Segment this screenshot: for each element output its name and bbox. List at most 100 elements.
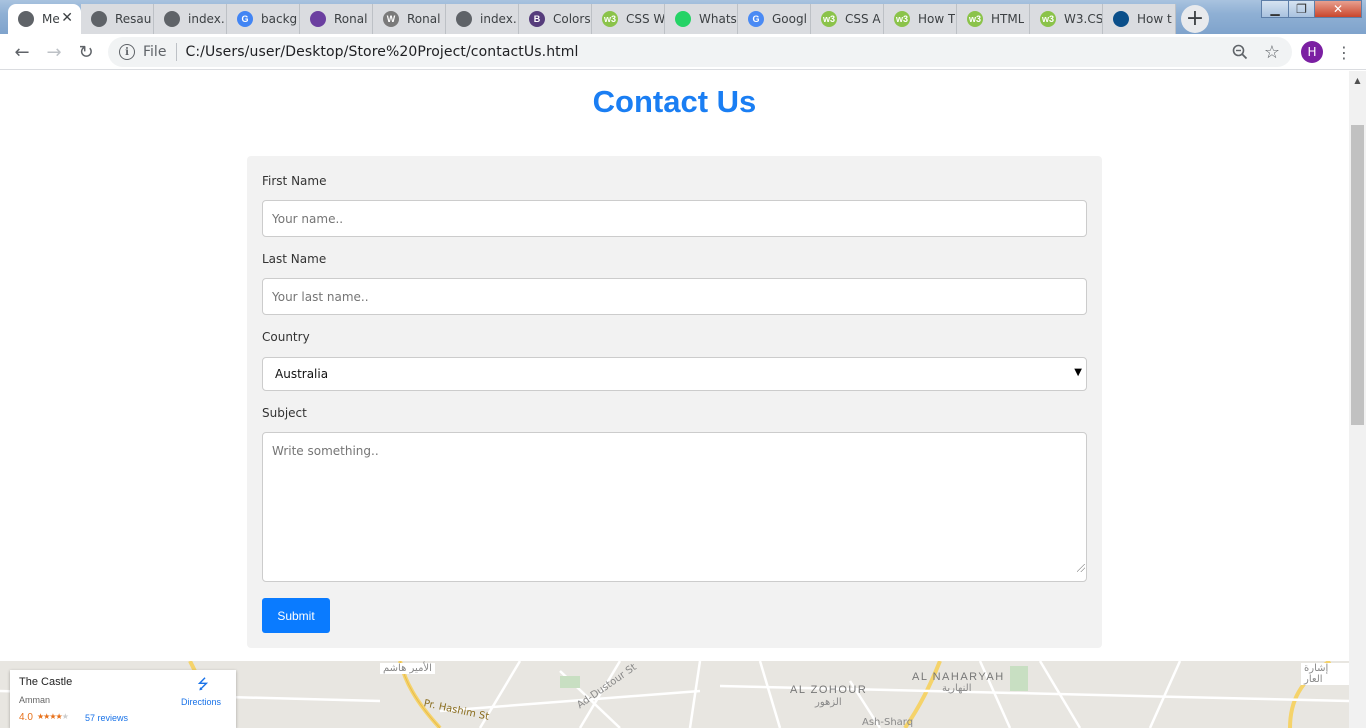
reload-button[interactable]: ↻	[74, 40, 98, 64]
scroll-thumb[interactable]	[1351, 125, 1364, 425]
first-name-input[interactable]	[262, 200, 1087, 237]
star-icon: ☆	[1263, 41, 1281, 63]
place-city: Amman	[19, 695, 51, 705]
w3schools-icon: w3	[1040, 11, 1056, 27]
profile-avatar[interactable]: H	[1301, 41, 1323, 63]
last-name-input[interactable]	[262, 278, 1087, 315]
tab-title: Me	[42, 12, 60, 26]
submit-button[interactable]: Submit	[262, 598, 330, 633]
subject-textarea[interactable]	[262, 432, 1087, 582]
map-district-label-ar: النهارية	[942, 683, 972, 694]
map-district-label: AL NAHARYAH	[912, 671, 1005, 683]
globe-icon	[456, 11, 472, 27]
w3schools-icon: w3	[602, 11, 618, 27]
tab-13[interactable]: w3 How T	[884, 4, 957, 34]
tab-title: Whats	[699, 12, 737, 26]
resize-handle-icon[interactable]	[1077, 564, 1085, 572]
map-embed[interactable]: AL ZOHOUR الزهور AL NAHARYAH النهارية Pr…	[0, 661, 1349, 728]
map-poi-label: الأمير هاشم	[380, 663, 435, 674]
w3schools-icon: w3	[967, 11, 983, 27]
directions-icon[interactable]: ⭍	[195, 676, 211, 694]
google-icon: G	[237, 11, 253, 27]
map-district-label-ar: الزهور	[815, 697, 842, 708]
close-icon: ✕	[1332, 2, 1344, 16]
tab-11[interactable]: G Googl	[738, 4, 811, 34]
place-rating: 4.0	[19, 712, 33, 723]
reload-icon: ↻	[78, 41, 94, 63]
bookmark-button[interactable]: ☆	[1260, 40, 1284, 64]
globe-icon	[164, 11, 180, 27]
page-scrollbar[interactable]: ▲	[1349, 71, 1366, 728]
place-name[interactable]: The Castle	[19, 676, 72, 688]
page-title: Contact Us	[592, 84, 757, 119]
scheme-label: File	[143, 44, 167, 60]
colorlib-icon	[310, 11, 326, 27]
place-card: The Castle Amman 4.0 ★★★★★ 57 reviews ⭍ …	[10, 670, 236, 728]
tab-title: HTML	[991, 12, 1025, 26]
page-viewport: Contact Us First Name Last Name Country …	[0, 71, 1349, 728]
tab-title: W3.CS	[1064, 12, 1102, 26]
last-name-label: Last Name	[262, 252, 327, 266]
tab-title: CSS W	[626, 12, 664, 26]
tab-title: Ronal	[334, 12, 368, 26]
tab-12[interactable]: w3 CSS A	[811, 4, 884, 34]
map-poi-label: إشارة العار	[1301, 663, 1349, 685]
tab-4[interactable]: Gbackg	[227, 4, 300, 34]
tab-3[interactable]: index.	[154, 4, 227, 34]
country-select[interactable]: Australia ▼	[262, 357, 1087, 391]
forward-button[interactable]: →	[42, 40, 66, 64]
close-window-button[interactable]: ✕	[1314, 0, 1362, 18]
tab-14[interactable]: w3 HTML	[957, 4, 1030, 34]
tab-7[interactable]: index.	[446, 4, 519, 34]
dropdown-arrow-icon: ▼	[1074, 367, 1082, 378]
tab-strip: + ▁ ❐ ✕ Me ✕ Resau index. Gbackg Ronal W Ronal i…	[0, 0, 1366, 34]
tab-2[interactable]: Resau	[81, 4, 154, 34]
menu-button[interactable]: ⋮	[1332, 40, 1356, 64]
tab-title: index.	[188, 12, 225, 26]
close-tab-icon[interactable]: ✕	[61, 10, 73, 26]
w3schools-icon: w3	[821, 11, 837, 27]
tab-10[interactable]: Whats	[665, 4, 738, 34]
tab-title: How T	[918, 12, 956, 26]
tab-title: Googl	[772, 12, 807, 26]
kebab-menu-icon: ⋮	[1336, 42, 1352, 62]
zoom-button[interactable]	[1228, 40, 1252, 64]
first-name-label: First Name	[262, 174, 327, 188]
tab-title: CSS A	[845, 12, 881, 26]
map-street-label: Ash-Sharq	[862, 717, 914, 728]
tab-title: Resau	[115, 12, 152, 26]
minimize-icon: ▁	[1270, 2, 1280, 16]
tab-title: backg	[261, 12, 298, 26]
tab-5[interactable]: Ronal	[300, 4, 373, 34]
wordpress-icon: W	[383, 11, 399, 27]
url-text[interactable]: C:/Users/user/Desktop/Store%20Project/co…	[185, 44, 578, 60]
reviews-link[interactable]: 57 reviews	[85, 713, 128, 723]
map-district-label: AL ZOHOUR	[790, 684, 868, 696]
google-translate-icon: G	[748, 11, 764, 27]
tab-title: Ronal	[407, 12, 441, 26]
scroll-up-icon[interactable]: ▲	[1349, 73, 1366, 87]
globe-icon	[91, 11, 107, 27]
directions-link[interactable]: Directions	[181, 697, 221, 707]
country-label: Country	[262, 330, 310, 344]
tab-9[interactable]: w3 CSS W	[592, 4, 665, 34]
tab-6[interactable]: W Ronal	[373, 4, 446, 34]
new-tab-button[interactable]: +	[1181, 5, 1209, 33]
tab-16[interactable]: How t	[1103, 4, 1176, 34]
address-divider	[176, 43, 178, 61]
tab-8[interactable]: B Colors	[519, 4, 592, 34]
arrow-left-icon: ←	[14, 41, 30, 63]
subject-label: Subject	[262, 406, 307, 420]
info-icon[interactable]: i	[119, 44, 135, 60]
tab-title: How t	[1137, 12, 1172, 26]
address-bar[interactable]: i File C:/Users/user/Desktop/Store%20Pro…	[108, 37, 1292, 67]
site-icon	[1113, 11, 1129, 27]
minimize-button[interactable]: ▁	[1261, 0, 1289, 18]
back-button[interactable]: ←	[10, 40, 34, 64]
tab-1[interactable]: Me ✕	[8, 4, 81, 34]
w3schools-icon: w3	[894, 11, 910, 27]
rating-stars-icon: ★★★★★	[37, 712, 69, 721]
tab-15[interactable]: w3 W3.CS	[1030, 4, 1103, 34]
bootstrap-icon: B	[529, 11, 545, 27]
maximize-button[interactable]: ❐	[1288, 0, 1315, 18]
